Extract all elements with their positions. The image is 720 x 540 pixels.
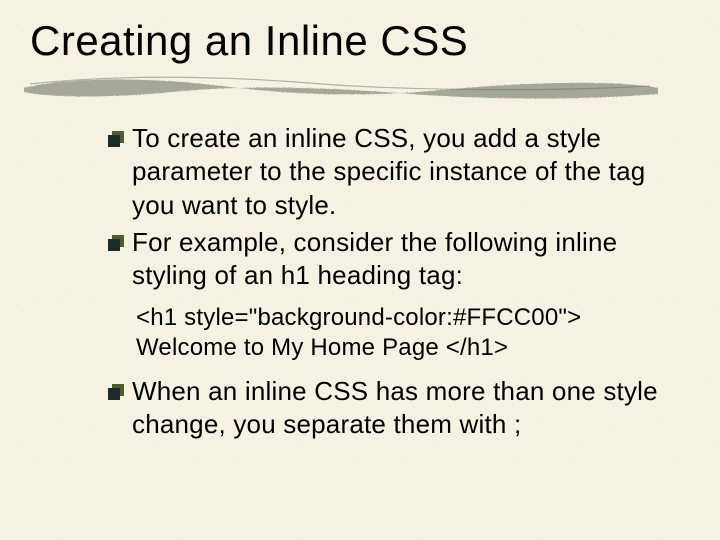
bullet-item: When an inline CSS has more than one sty…: [108, 375, 670, 442]
bullet-text: For example, consider the following inli…: [132, 226, 670, 293]
bullet-item: To create an inline CSS, you add a style…: [108, 122, 670, 222]
slide-body: To create an inline CSS, you add a style…: [108, 122, 670, 441]
bullet-item: For example, consider the following inli…: [108, 226, 670, 293]
slide: Creating an Inline CSS To create an inli…: [0, 0, 720, 540]
square-bullet-icon: [108, 131, 124, 147]
slide-title: Creating an Inline CSS: [30, 18, 690, 64]
bullet-text: When an inline CSS has more than one sty…: [132, 375, 670, 442]
square-bullet-icon: [108, 235, 124, 251]
code-line: Welcome to My Home Page </h1>: [136, 333, 670, 363]
title-underline-brushstroke: [22, 70, 690, 104]
square-bullet-icon: [108, 384, 124, 400]
bullet-text: To create an inline CSS, you add a style…: [132, 122, 670, 222]
code-example: <h1 style="background-color:#FFCC00"> We…: [136, 303, 670, 363]
code-line: <h1 style="background-color:#FFCC00">: [136, 303, 670, 333]
